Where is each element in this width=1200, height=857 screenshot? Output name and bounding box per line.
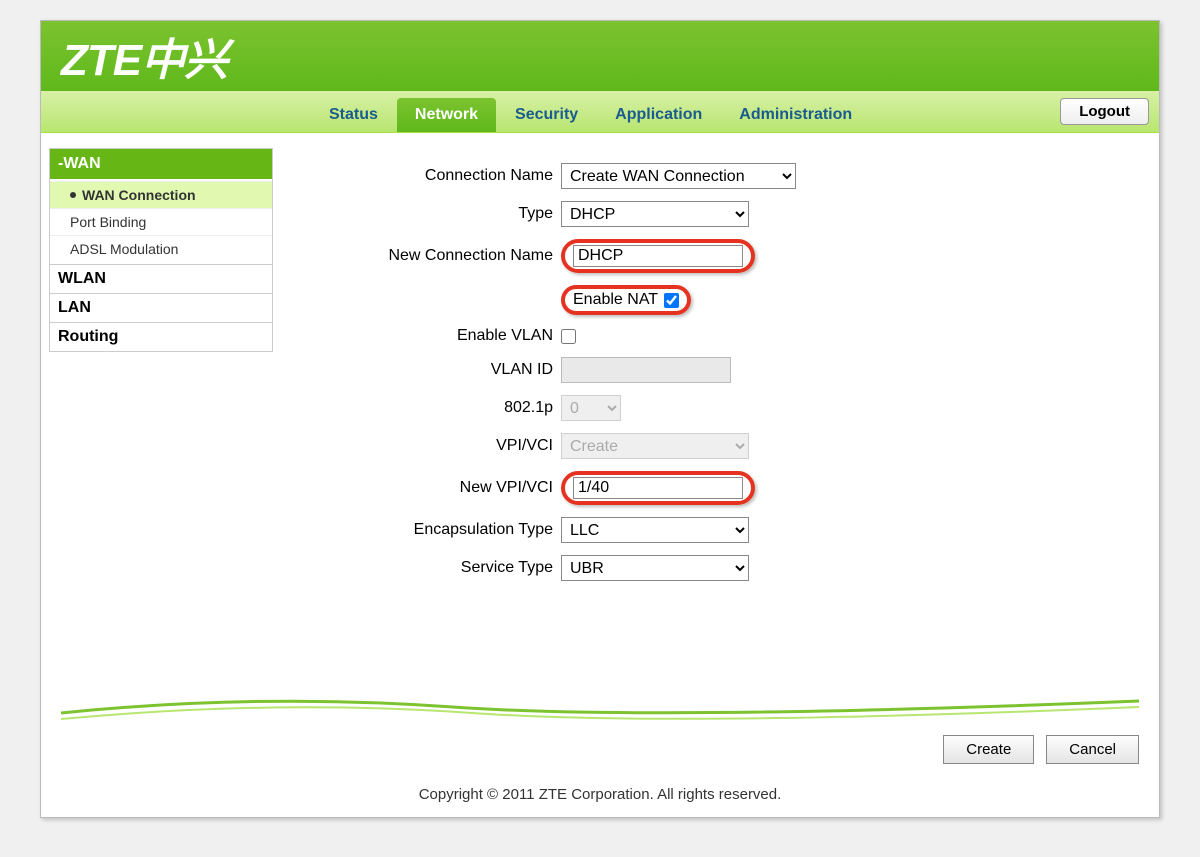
select-service-type[interactable]: UBR xyxy=(561,555,749,581)
tab-network[interactable]: Network xyxy=(397,98,496,132)
row-new-connection-name: New Connection Name xyxy=(341,239,1119,273)
label-connection-name: Connection Name xyxy=(341,167,561,185)
tab-application[interactable]: Application xyxy=(597,98,720,132)
checkbox-enable-vlan[interactable] xyxy=(561,329,576,344)
content: -WAN WAN Connection Port Binding ADSL Mo… xyxy=(41,133,1159,693)
divider-swoosh xyxy=(41,693,1159,725)
input-new-vpi-vci[interactable] xyxy=(573,477,743,499)
input-new-connection-name[interactable] xyxy=(573,245,743,267)
label-new-vpi-vci: New VPI/VCI xyxy=(341,479,561,497)
label-vlan-id: VLAN ID xyxy=(341,361,561,379)
row-8021p: 802.1p 0 xyxy=(341,395,1119,421)
tab-administration[interactable]: Administration xyxy=(721,98,870,132)
create-button[interactable]: Create xyxy=(943,735,1034,764)
app-frame: ZTE中兴 Status Network Security Applicatio… xyxy=(40,20,1160,818)
header-bar: ZTE中兴 xyxy=(41,21,1159,91)
input-vlan-id xyxy=(561,357,731,383)
row-enable-nat: Enable NAT xyxy=(341,285,1119,315)
sidebar-group-routing[interactable]: Routing xyxy=(49,322,273,352)
label-vpi-vci: VPI/VCI xyxy=(341,437,561,455)
sidebar-item-label: Port Binding xyxy=(70,214,146,230)
main-panel: Connection Name Create WAN Connection Ty… xyxy=(281,133,1159,693)
row-new-vpi-vci: New VPI/VCI xyxy=(341,471,1119,505)
tab-security[interactable]: Security xyxy=(497,98,596,132)
select-encapsulation-type[interactable]: LLC xyxy=(561,517,749,543)
select-type[interactable]: DHCP xyxy=(561,201,749,227)
sidebar-item-port-binding[interactable]: Port Binding xyxy=(50,208,272,235)
select-connection-name[interactable]: Create WAN Connection xyxy=(561,163,796,189)
select-vpi-vci: Create xyxy=(561,433,749,459)
select-8021p: 0 xyxy=(561,395,621,421)
sidebar-item-wan-connection[interactable]: WAN Connection xyxy=(50,181,272,208)
sidebar-group-lan[interactable]: LAN xyxy=(49,293,273,323)
row-vlan-id: VLAN ID xyxy=(341,357,1119,383)
row-connection-name: Connection Name Create WAN Connection xyxy=(341,163,1119,189)
bullet-icon xyxy=(70,192,76,198)
sidebar-item-label: ADSL Modulation xyxy=(70,241,178,257)
label-service-type: Service Type xyxy=(341,559,561,577)
tab-status[interactable]: Status xyxy=(311,98,396,132)
logout-button[interactable]: Logout xyxy=(1060,98,1149,125)
label-enable-vlan: Enable VLAN xyxy=(341,327,561,345)
sidebar-item-adsl-modulation[interactable]: ADSL Modulation xyxy=(50,235,272,262)
sidebar-group-wlan[interactable]: WLAN xyxy=(49,264,273,294)
sidebar-group-wan[interactable]: -WAN xyxy=(49,148,273,179)
sidebar: -WAN WAN Connection Port Binding ADSL Mo… xyxy=(41,133,281,693)
label-new-connection-name: New Connection Name xyxy=(341,247,561,265)
checkbox-enable-nat[interactable] xyxy=(664,293,679,308)
highlight-new-connection-name xyxy=(561,239,755,273)
row-vpi-vci: VPI/VCI Create xyxy=(341,433,1119,459)
highlight-new-vpi-vci xyxy=(561,471,755,505)
label-8021p: 802.1p xyxy=(341,399,561,417)
action-bar: Create Cancel xyxy=(41,725,1159,772)
row-encapsulation-type: Encapsulation Type LLC xyxy=(341,517,1119,543)
nav-bar: Status Network Security Application Admi… xyxy=(41,91,1159,133)
copyright: Copyright © 2011 ZTE Corporation. All ri… xyxy=(41,772,1159,817)
row-enable-vlan: Enable VLAN xyxy=(341,327,1119,345)
sidebar-submenu: WAN Connection Port Binding ADSL Modulat… xyxy=(49,179,273,265)
cancel-button[interactable]: Cancel xyxy=(1046,735,1139,764)
sidebar-item-label: WAN Connection xyxy=(82,187,196,203)
label-type: Type xyxy=(341,205,561,223)
label-encapsulation-type: Encapsulation Type xyxy=(341,521,561,539)
brand-logo: ZTE中兴 xyxy=(61,24,227,88)
highlight-enable-nat: Enable NAT xyxy=(561,285,691,315)
row-service-type: Service Type UBR xyxy=(341,555,1119,581)
row-type: Type DHCP xyxy=(341,201,1119,227)
label-enable-nat: Enable NAT xyxy=(573,291,658,309)
